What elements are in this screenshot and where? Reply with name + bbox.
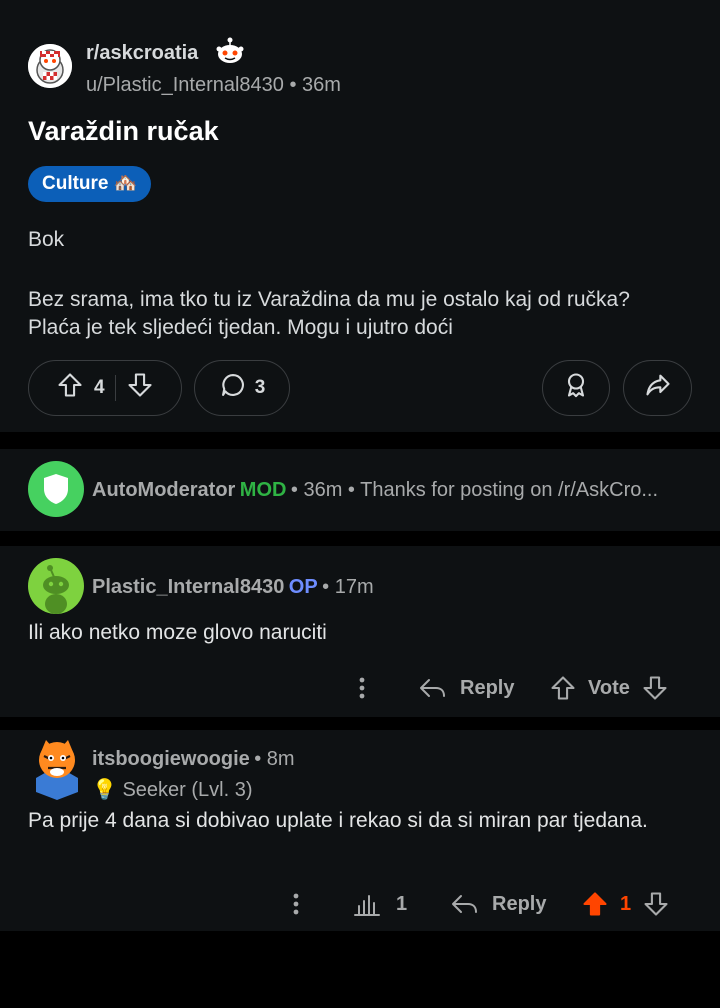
comment-meta: itsboogiewoogie • 8m xyxy=(92,748,295,771)
downvote-icon[interactable] xyxy=(126,371,154,405)
snoo-avatar-icon xyxy=(43,565,69,614)
comment-author[interactable]: Plastic_Internal8430 xyxy=(92,576,284,598)
downvote-icon[interactable] xyxy=(641,890,671,918)
post-body-paragraph: Bez srama, ima tko tu iz Varaždina da mu… xyxy=(28,288,630,339)
reply-button[interactable]: Reply xyxy=(418,674,514,702)
comment-text: Ili ako netko moze glovo naruciti xyxy=(28,621,327,644)
stats-icon xyxy=(352,890,382,918)
vote-bar: 4 xyxy=(28,360,182,416)
vote-control: 1 xyxy=(580,890,671,918)
comment-meta: Plastic_Internal8430 OP • 17m xyxy=(92,576,374,599)
op-badge: OP xyxy=(288,576,318,598)
comment-count: 3 xyxy=(254,377,266,398)
comment-meta: AutoModerator MOD • 36m • Thanks for pos… xyxy=(92,479,658,502)
vote-divider xyxy=(114,375,117,401)
reply-label: Reply xyxy=(460,676,515,699)
comment-op: Plastic_Internal8430 OP • 17m Ili ako ne… xyxy=(0,546,720,717)
vote-score: 1 xyxy=(620,892,632,915)
post-body: Bok Bez srama, ima tko tu iz Varaždina d… xyxy=(28,226,688,342)
meta-separator: • xyxy=(322,576,335,598)
meta-separator: • xyxy=(342,479,361,501)
user-flair: 💡 Seeker (Lvl. 3) xyxy=(92,779,253,801)
upvote-icon[interactable] xyxy=(56,371,84,405)
comment-author[interactable]: itsboogiewoogie xyxy=(92,748,250,770)
post-panel: r/askcroatia u/Plastic_Internal8430 • 36… xyxy=(0,0,720,432)
shield-icon xyxy=(44,474,68,504)
downvote-icon[interactable] xyxy=(640,674,670,702)
upvote-icon[interactable] xyxy=(580,890,610,918)
stats-count: 1 xyxy=(396,892,408,915)
comment-reply: itsboogiewoogie • 8m 💡 Seeker (Lvl. 3) P… xyxy=(0,730,720,931)
post-body-paragraph: Bok xyxy=(28,228,65,251)
meta-separator: • xyxy=(289,74,303,96)
comment-automoderator[interactable]: AutoModerator MOD • 36m • Thanks for pos… xyxy=(0,449,720,531)
award-icon xyxy=(562,371,590,405)
comment-time: 17m xyxy=(334,576,374,598)
meta-separator: • xyxy=(254,748,267,770)
stats-button[interactable]: 1 xyxy=(352,890,407,918)
comment-time: 36m xyxy=(303,479,343,501)
overflow-icon[interactable] xyxy=(352,674,372,702)
comment-text: Pa prije 4 dana si dobivao uplate i reka… xyxy=(28,809,648,832)
share-icon xyxy=(644,371,672,405)
comment-author[interactable]: AutoModerator xyxy=(92,479,235,501)
comments-button[interactable]: 3 xyxy=(194,360,290,416)
overflow-icon[interactable] xyxy=(286,890,306,918)
vote-control: Vote xyxy=(548,674,670,702)
avatar[interactable] xyxy=(28,461,84,517)
snoo-icon xyxy=(214,36,246,68)
avatar[interactable] xyxy=(28,558,84,614)
post-author[interactable]: u/Plastic_Internal8430 xyxy=(86,74,284,96)
upvote-icon[interactable] xyxy=(548,674,578,702)
subreddit-avatar[interactable] xyxy=(28,44,72,88)
comment-time: 8m xyxy=(266,748,295,770)
vote-label: Vote xyxy=(588,676,630,699)
comment-icon xyxy=(219,371,247,405)
award-button[interactable] xyxy=(542,360,610,416)
post-title: Varaždin ručak xyxy=(28,116,219,146)
reply-button[interactable]: Reply xyxy=(450,890,546,918)
share-button[interactable] xyxy=(623,360,692,416)
post-meta: u/Plastic_Internal8430 • 36m xyxy=(86,74,341,97)
avatar[interactable] xyxy=(28,730,86,800)
vote-count: 4 xyxy=(93,377,105,398)
subreddit-name[interactable]: r/askcroatia xyxy=(86,42,198,65)
snoo-avatar-icon xyxy=(36,740,78,800)
mod-badge: MOD xyxy=(239,479,287,501)
comment-preview: Thanks for posting on /r/AskCro... xyxy=(360,479,659,501)
post-flair[interactable]: Culture 🏘️ xyxy=(28,166,152,202)
reply-label: Reply xyxy=(492,892,547,915)
reply-icon xyxy=(450,890,480,918)
post-time: 36m xyxy=(302,74,341,96)
meta-separator: • xyxy=(290,479,304,501)
reply-icon xyxy=(418,674,448,702)
